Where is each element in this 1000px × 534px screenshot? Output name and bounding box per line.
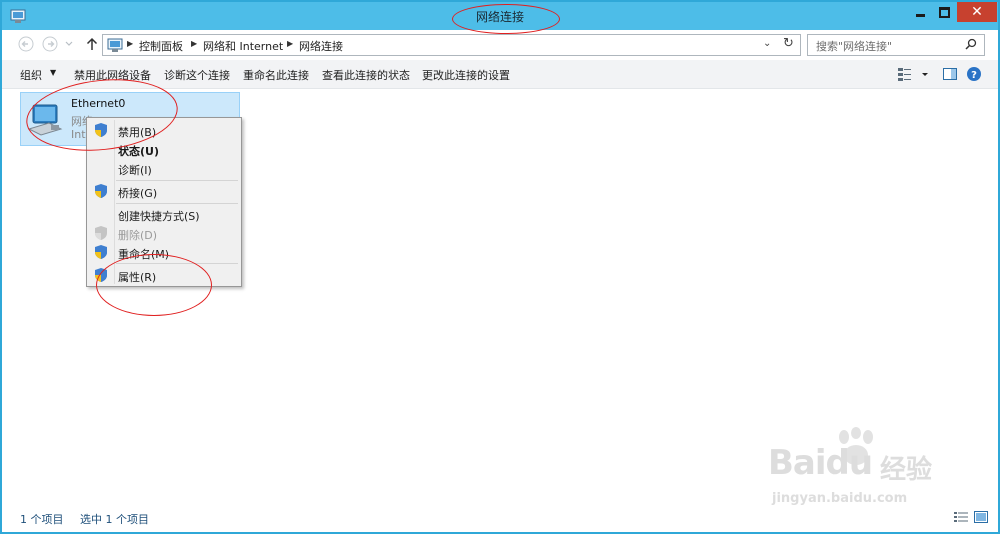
view-status-button[interactable]: 查看此连接的状态	[322, 67, 410, 83]
shield-icon	[95, 268, 107, 282]
shield-icon	[95, 123, 107, 137]
large-icons-view-icon[interactable]	[974, 510, 988, 524]
network-connections-icon	[107, 38, 123, 52]
forward-button[interactable]	[42, 36, 58, 52]
shield-icon	[95, 184, 107, 198]
recent-locations-button[interactable]	[64, 36, 74, 52]
breadcrumb-network-connections[interactable]: 网络连接	[299, 38, 343, 54]
command-bar: 组织 ▼ 禁用此网络设备 诊断这个连接 重命名此连接 查看此连接的状态 更改此连…	[2, 60, 998, 89]
chevron-down-icon[interactable]: ⌄	[763, 38, 771, 49]
menu-item-status[interactable]: 状态(U)	[89, 139, 239, 159]
shield-icon	[95, 226, 107, 240]
refresh-icon[interactable]: ↻	[783, 36, 794, 51]
menu-item-delete: 删除(D)	[89, 223, 239, 243]
minimize-icon	[915, 13, 925, 17]
menu-item-label: 禁用(B)	[118, 126, 157, 139]
address-row: ▶ 控制面板 ▶ 网络和 Internet ▶ 网络连接 ⌄ ↻ 搜索"网络连接…	[2, 30, 998, 60]
up-button[interactable]	[84, 36, 100, 52]
breadcrumb-separator[interactable]: ▶	[127, 39, 133, 48]
menu-item-label: 状态(U)	[118, 145, 159, 158]
view-options-icon[interactable]	[897, 66, 913, 82]
maximize-icon	[938, 6, 950, 18]
forward-icon	[42, 36, 58, 52]
item-count: 1 个项目	[20, 513, 64, 526]
menu-item-label: 创建快捷方式(S)	[118, 210, 200, 223]
breadcrumb-network-internet[interactable]: 网络和 Internet	[203, 38, 283, 54]
change-settings-button[interactable]: 更改此连接的设置	[422, 67, 510, 83]
preview-pane-icon[interactable]	[942, 66, 958, 82]
menu-item-label: 桥接(G)	[118, 187, 158, 200]
search-placeholder: 搜索"网络连接"	[816, 40, 893, 53]
menu-item-bridge[interactable]: 桥接(G)	[89, 181, 239, 201]
rename-button[interactable]: 重命名此连接	[243, 67, 309, 83]
close-icon: ✕	[971, 4, 983, 20]
help-icon[interactable]: ?	[966, 66, 982, 82]
maximize-button[interactable]	[932, 2, 956, 22]
menu-item-label: 诊断(I)	[118, 164, 152, 177]
minimize-button[interactable]	[908, 2, 932, 22]
breadcrumb-control-panel[interactable]: 控制面板	[139, 38, 183, 54]
menu-item-rename[interactable]: 重命名(M)	[89, 242, 239, 262]
window-title: 网络连接	[475, 10, 524, 24]
chevron-down-icon[interactable]	[920, 66, 930, 82]
breadcrumb-separator[interactable]: ▶	[287, 39, 293, 48]
svg-text:?: ?	[971, 70, 977, 81]
close-button[interactable]: ✕	[957, 2, 997, 22]
watermark-url: jingyan.baidu.com	[772, 491, 908, 506]
menu-item-label: 重命名(M)	[118, 248, 170, 261]
context-menu: 禁用(B) 状态(U) 诊断(I) 桥接(G) 创建快捷方式(S) 删除(D) …	[86, 117, 242, 287]
shield-icon	[95, 245, 107, 259]
title-bar[interactable]: 网络连接 ✕	[2, 2, 998, 30]
menu-separator	[116, 263, 238, 264]
back-button[interactable]	[18, 36, 34, 52]
breadcrumb-separator[interactable]: ▶	[191, 39, 197, 48]
menu-item-label: 删除(D)	[118, 229, 158, 242]
up-icon	[86, 37, 98, 50]
address-bar[interactable]: ▶ 控制面板 ▶ 网络和 Internet ▶ 网络连接 ⌄ ↻	[102, 34, 801, 56]
menu-item-disable[interactable]: 禁用(B)	[89, 120, 239, 140]
connection-name: Ethernet0	[71, 97, 126, 110]
watermark-brand: Baidu	[768, 443, 873, 483]
menu-item-diagnose[interactable]: 诊断(I)	[89, 158, 239, 178]
diagnose-button[interactable]: 诊断这个连接	[164, 67, 230, 83]
search-icon[interactable]	[965, 38, 977, 50]
chevron-down-icon	[65, 41, 73, 46]
network-connections-window: 网络连接 ✕ ▶ 控制面板 ▶ 网络和 Internet ▶ 网络连接 ⌄ ↻ …	[0, 0, 1000, 534]
disable-device-button[interactable]: 禁用此网络设备	[74, 67, 151, 83]
watermark-jingyan: 经验	[880, 455, 933, 485]
search-input[interactable]: 搜索"网络连接"	[807, 34, 985, 56]
ethernet-adapter-icon	[27, 104, 63, 136]
selection-count: 选中 1 个项目	[80, 513, 149, 526]
menu-item-create-shortcut[interactable]: 创建快捷方式(S)	[89, 204, 239, 224]
back-icon	[18, 36, 34, 52]
organize-menu[interactable]: 组织	[20, 67, 42, 83]
baidu-jingyan-watermark: Baidu 经验 jingyan.baidu.com	[762, 427, 962, 517]
menu-item-properties[interactable]: 属性(R)	[89, 265, 239, 285]
chevron-down-icon[interactable]: ▼	[50, 68, 56, 77]
menu-item-label: 属性(R)	[118, 271, 157, 284]
